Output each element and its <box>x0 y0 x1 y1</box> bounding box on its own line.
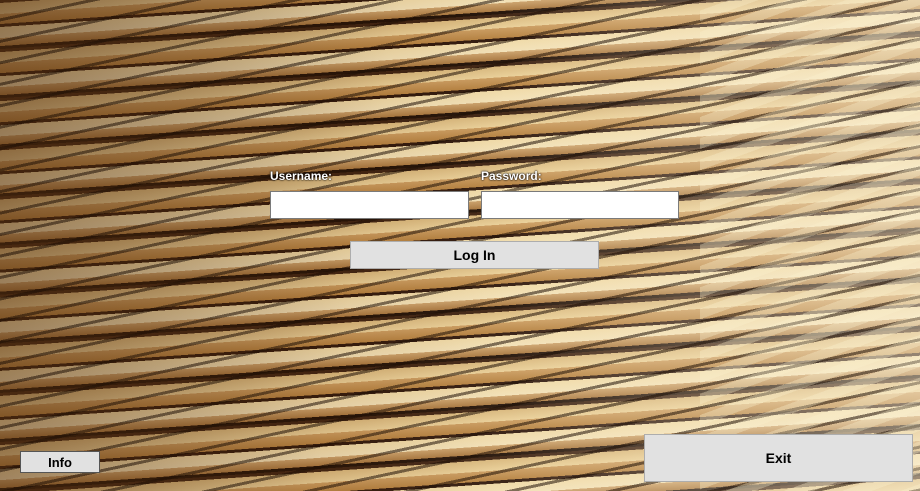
info-button[interactable]: Info <box>20 451 100 473</box>
username-label: Username: <box>270 169 333 183</box>
password-label: Password: <box>481 169 542 183</box>
login-button[interactable]: Log In <box>350 241 599 269</box>
exit-button[interactable]: Exit <box>644 434 913 482</box>
username-field[interactable] <box>270 191 469 219</box>
password-field[interactable] <box>481 191 679 219</box>
